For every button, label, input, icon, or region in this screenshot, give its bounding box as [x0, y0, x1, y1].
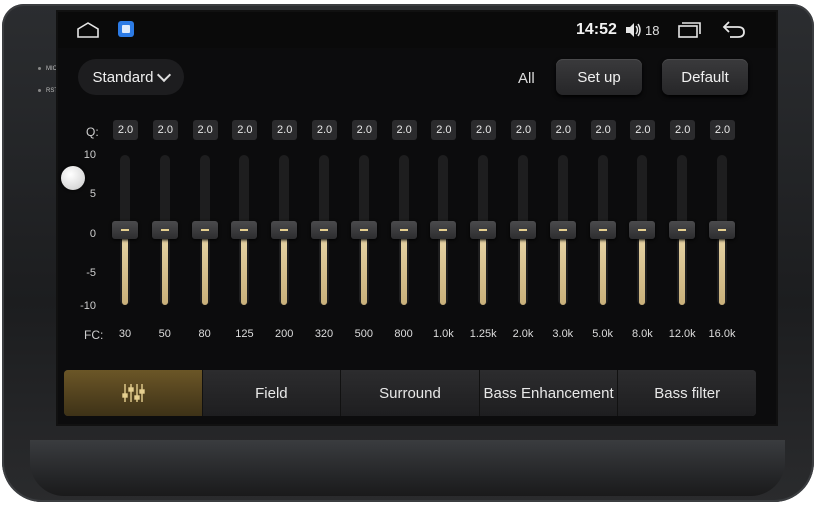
scale-label: -5	[86, 267, 96, 279]
scale-label: -10	[80, 300, 96, 312]
gain-slider-fill	[161, 230, 168, 305]
gain-slider-handle[interactable]	[390, 221, 417, 239]
mic-label: MIC	[38, 58, 58, 80]
eq-band: 2.0 80	[185, 120, 225, 345]
eq-band: 2.0 12.0k	[662, 120, 702, 345]
gain-slider-fill	[122, 230, 128, 305]
eq-band: 2.0 800	[384, 120, 424, 345]
clock: 14:52	[576, 21, 617, 38]
gain-slider-fill	[679, 230, 686, 305]
eq-band: 2.0 200	[264, 120, 304, 345]
q-value-field[interactable]: 2.0	[590, 120, 616, 140]
q-value-field[interactable]: 2.0	[550, 120, 576, 140]
q-value-field[interactable]: 2.0	[710, 120, 735, 140]
gain-slider-fill	[559, 230, 566, 305]
gain-slider-handle[interactable]	[470, 221, 497, 239]
q-value-field[interactable]: 2.0	[152, 120, 178, 140]
preset-dropdown[interactable]: Standard	[78, 59, 184, 95]
tab-equalizer[interactable]	[64, 370, 203, 416]
frequency-label: 16.0k	[708, 328, 736, 340]
eq-band: 2.0 500	[344, 120, 384, 345]
setup-button[interactable]: Set up	[556, 59, 642, 95]
gain-slider-fill	[520, 230, 526, 305]
assistive-touch-button[interactable]	[61, 166, 85, 190]
eq-band: 2.0 2.0k	[503, 120, 543, 345]
eq-band: 2.0 3.0k	[543, 120, 583, 345]
eq-band: 2.0 125	[224, 120, 264, 345]
screen: 14:52 18 Standard All Set up Default Q: …	[58, 12, 776, 424]
rst-label[interactable]: RST	[38, 80, 58, 102]
q-value-field[interactable]: 2.0	[232, 120, 258, 140]
eq-band: 2.0 1.0k	[423, 120, 463, 345]
volume-level: 18	[645, 23, 660, 38]
gain-slider-handle[interactable]	[191, 221, 218, 239]
gain-slider-fill	[719, 230, 725, 305]
gain-slider-handle[interactable]	[112, 221, 138, 239]
q-value-field[interactable]: 2.0	[312, 120, 337, 140]
scale-label: 0	[89, 228, 96, 240]
gain-slider-handle[interactable]	[589, 221, 616, 239]
tab-bass-filter[interactable]: Bass filter	[618, 370, 756, 416]
eq-band: 2.0 30	[105, 120, 145, 345]
recent-apps-icon[interactable]	[675, 22, 701, 38]
q-value-field[interactable]: 2.0	[351, 120, 377, 140]
gain-slider-fill	[599, 230, 606, 305]
gain-slider-fill	[201, 230, 208, 305]
eq-band: 2.0 1.25k	[463, 120, 503, 345]
gain-slider-handle[interactable]	[271, 221, 298, 239]
eq-band: 2.0 320	[304, 120, 344, 345]
q-value-field[interactable]: 2.0	[192, 120, 218, 140]
volume-icon[interactable]	[624, 21, 642, 39]
home-icon[interactable]	[76, 22, 100, 38]
eq-band: 2.0 16.0k	[702, 120, 742, 345]
q-value-field[interactable]: 2.0	[670, 120, 696, 140]
eq-band: 2.0 8.0k	[622, 120, 662, 345]
q-value-field[interactable]: 2.0	[431, 120, 457, 140]
gain-slider-fill	[360, 230, 367, 305]
q-label: Q:	[86, 125, 99, 139]
gain-slider-fill	[400, 230, 407, 305]
tab-field[interactable]: Field	[202, 370, 342, 416]
back-icon[interactable]	[722, 20, 746, 38]
q-value-field[interactable]: 2.0	[113, 120, 138, 140]
gain-slider-handle[interactable]	[151, 221, 178, 239]
gain-slider-fill	[321, 230, 327, 305]
gain-slider-fill	[241, 230, 248, 305]
eq-band: 2.0 5.0k	[583, 120, 623, 345]
tab-bass-enhancement[interactable]: Bass Enhancement	[479, 370, 619, 416]
scale-label: 10	[83, 149, 96, 161]
status-bar: 14:52 18	[58, 12, 776, 48]
effect-tabs: Field Surround Bass Enhancement Bass fil…	[64, 370, 756, 416]
preset-label: Standard	[92, 68, 154, 86]
gain-slider-handle[interactable]	[510, 221, 536, 239]
gain-slider-fill	[639, 230, 646, 305]
gain-slider-fill	[440, 230, 447, 305]
q-value-field[interactable]: 2.0	[630, 120, 656, 140]
q-value-field[interactable]: 2.0	[272, 120, 298, 140]
gain-slider-handle[interactable]	[311, 221, 337, 239]
gain-slider-handle[interactable]	[350, 221, 377, 239]
gain-slider-fill	[480, 230, 487, 305]
gain-slider-handle[interactable]	[549, 221, 576, 239]
q-value-field[interactable]: 2.0	[511, 120, 536, 140]
device-chin	[30, 440, 785, 496]
equalizer-icon	[122, 384, 145, 402]
gain-slider-handle[interactable]	[709, 221, 735, 239]
all-toggle[interactable]: All	[518, 70, 535, 87]
gain-slider-handle[interactable]	[430, 221, 457, 239]
default-button[interactable]: Default	[662, 59, 748, 95]
chevron-down-icon	[157, 67, 172, 83]
gain-slider-fill	[281, 230, 288, 305]
app-icon[interactable]	[118, 21, 134, 37]
eq-band: 2.0 50	[145, 120, 185, 345]
q-value-field[interactable]: 2.0	[391, 120, 417, 140]
gain-slider-handle[interactable]	[231, 221, 258, 239]
device-side-labels: MIC RST	[38, 58, 58, 102]
tab-surround[interactable]: Surround	[341, 370, 480, 416]
q-value-field[interactable]: 2.0	[471, 120, 497, 140]
gain-slider-handle[interactable]	[629, 221, 656, 239]
gain-slider-handle[interactable]	[669, 221, 696, 239]
